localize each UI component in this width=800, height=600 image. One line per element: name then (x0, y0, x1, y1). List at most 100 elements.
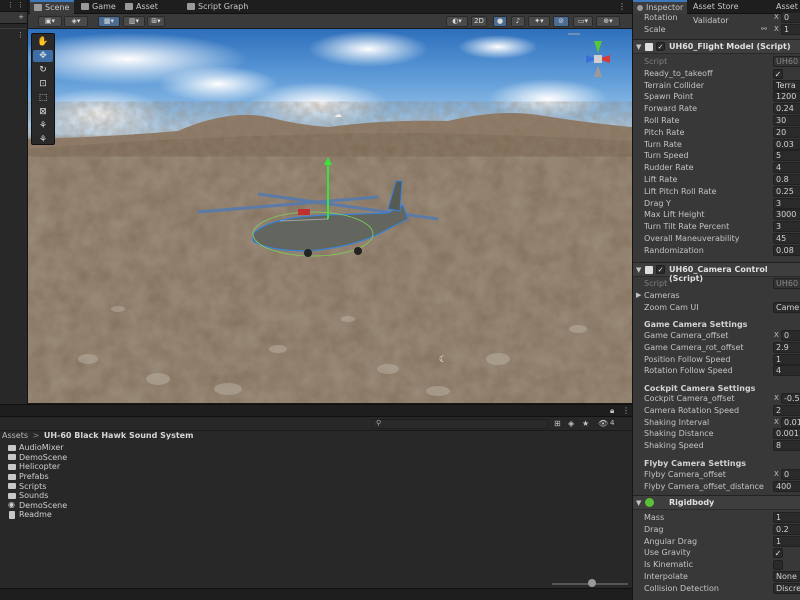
rotation-x-input[interactable]: 0 (781, 12, 800, 23)
increment-snap-button[interactable]: ▥▾ (123, 16, 145, 27)
field-input[interactable]: 3 (773, 197, 800, 209)
audio-icon[interactable]: ♪ (511, 16, 525, 27)
orientation-button[interactable]: ◐▾ (446, 16, 468, 27)
shading-button[interactable]: ◈▾ (64, 16, 88, 27)
scene-tab-menu-icon[interactable]: ⋮ (614, 0, 630, 14)
light-gizmo-icon[interactable]: ☾ (439, 355, 447, 365)
field-input[interactable]: 20 (773, 126, 800, 138)
scene-viewport[interactable]: ☾ ☁ (28, 29, 632, 403)
hierarchy-lock-icon[interactable]: ⋮ (17, 1, 24, 9)
field-input[interactable]: 8 (773, 440, 800, 452)
transform-tool-icon[interactable]: ⊠ (33, 106, 53, 118)
custom-tool-2-icon[interactable]: ⚘ (33, 134, 53, 146)
visibility-icon[interactable]: 👁︎ (598, 419, 608, 428)
camera-settings-button[interactable]: ▭▾ (573, 16, 593, 27)
field-input[interactable]: 0 (781, 469, 800, 480)
component-rigidbody[interactable]: ▼ Rigidbody (633, 495, 800, 510)
effects-button[interactable]: ✦▾ (528, 16, 550, 27)
field-input[interactable]: 0.2 (773, 523, 800, 535)
component-enabled-checkbox[interactable]: ✓ (656, 42, 665, 51)
field-input[interactable]: 0.8 (773, 174, 800, 185)
field-input[interactable]: 0.0011 (773, 428, 800, 440)
breadcrumb-root[interactable]: Assets (2, 431, 28, 440)
project-menu-icon[interactable]: ⋮ (622, 406, 630, 415)
field-input[interactable]: 1200 (773, 91, 800, 103)
field-input[interactable]: 0.08 (773, 244, 800, 256)
snap-settings-button[interactable]: ⊞▾ (147, 16, 165, 27)
field-input[interactable]: 4 (773, 365, 800, 377)
lighting-icon[interactable]: ● (493, 16, 507, 27)
field-input[interactable]: 4 (773, 162, 800, 174)
field-input[interactable]: 0.03 (773, 138, 800, 150)
hierarchy-row-menu-icon[interactable]: ⋮ (17, 31, 24, 39)
hierarchy-menu-icon[interactable]: ⋮ (7, 1, 14, 9)
hierarchy-add-icon[interactable]: + (18, 13, 24, 21)
field-input[interactable]: 5 (773, 150, 800, 162)
list-item[interactable]: Sounds (8, 491, 67, 501)
field-input[interactable]: -0.58 (781, 393, 800, 404)
list-item[interactable]: AudioMixer (8, 443, 67, 453)
field-input[interactable]: 30 (773, 115, 800, 126)
filter-type-icon[interactable]: ⊞ (554, 419, 561, 428)
tab-game[interactable]: Game (77, 0, 121, 14)
field-input[interactable]: Discrete (773, 582, 800, 594)
rect-tool-icon[interactable]: ⬚ (33, 92, 53, 104)
field-input[interactable]: 0.24 (773, 103, 800, 115)
expand-arrow-icon[interactable]: ▼ (636, 499, 641, 507)
component-flight-model[interactable]: ▼ ✓ UH60_Flight Model (Script) (633, 39, 800, 54)
field-input[interactable]: 3000 (773, 209, 800, 221)
favorites-icon[interactable]: ★ (582, 419, 589, 428)
list-item[interactable]: Scripts (8, 481, 67, 491)
icon-size-slider-handle[interactable] (588, 579, 596, 587)
expand-arrow-icon[interactable]: ▼ (636, 266, 641, 274)
list-item[interactable]: Readme (8, 510, 67, 520)
sun-gizmo-icon[interactable]: ☁ (334, 110, 344, 119)
hand-tool-icon[interactable]: ✋ (33, 36, 53, 48)
list-item[interactable]: Prefabs (8, 472, 67, 482)
move-tool-icon[interactable]: ✥ (33, 50, 53, 62)
list-item[interactable]: ◉ DemoScene (8, 501, 67, 511)
tab-asset-store[interactable]: Asset Store (121, 0, 181, 25)
filter-label-icon[interactable]: ◈ (568, 419, 574, 428)
field-input[interactable]: 2 (773, 404, 800, 416)
rotate-tool-icon[interactable]: ↻ (33, 64, 53, 76)
object-field-value[interactable]: Came (773, 302, 800, 313)
2d-mode-button[interactable]: 2D (471, 16, 487, 27)
project-lock-icon[interactable]: 🔒︎ (610, 406, 614, 416)
project-search-input[interactable]: ⚲ (372, 419, 548, 429)
field-input[interactable]: 1 (773, 535, 800, 547)
hierarchy-row[interactable]: ⋮ (0, 31, 27, 41)
expand-arrow-icon[interactable]: ▼ (636, 43, 641, 51)
field-input[interactable]: Terra (773, 79, 800, 91)
cameras-foldout[interactable]: ▶ Cameras (633, 290, 800, 302)
grid-snap-button[interactable]: ▦▾ (98, 16, 120, 27)
list-item[interactable]: DemoScene (8, 453, 67, 463)
hidden-objects-icon[interactable]: ⊘ (553, 16, 569, 27)
field-checkbox[interactable]: ✓ (773, 68, 783, 79)
collapse-arrow-icon[interactable]: ▶ (636, 291, 641, 299)
orientation-gizmo[interactable] (568, 33, 610, 77)
field-input[interactable]: 45 (773, 233, 800, 244)
field-input[interactable]: 1 (773, 353, 800, 365)
tab-scene[interactable]: Scene (30, 0, 74, 14)
field-checkbox[interactable] (773, 560, 783, 571)
gizmos-button[interactable]: ⊕▾ (596, 16, 620, 27)
component-enabled-checkbox[interactable]: ✓ (656, 265, 665, 274)
tab-script-graph[interactable]: Script Graph (183, 0, 253, 14)
component-camera-control[interactable]: ▼ ✓ UH60_Camera Control (Script) (633, 262, 800, 283)
field-checkbox[interactable]: ✓ (773, 548, 783, 559)
field-input[interactable]: 3 (773, 221, 800, 233)
breadcrumb-current[interactable]: UH-60 Black Hawk Sound System (44, 431, 194, 440)
field-input[interactable]: 400 (773, 480, 800, 492)
field-input[interactable]: 1 (773, 512, 800, 523)
field-input[interactable]: 0.25 (773, 185, 800, 197)
draw-mode-button[interactable]: ▣▾ (38, 16, 62, 27)
scale-tool-icon[interactable]: ⊡ (33, 78, 53, 90)
list-item[interactable]: Helicopter (8, 462, 67, 472)
scale-x-input[interactable]: 1 (781, 24, 800, 35)
constrain-scale-icon[interactable]: ⚯ (761, 25, 767, 33)
field-input[interactable]: 2.9 (773, 341, 800, 353)
field-input[interactable]: 0.01 (781, 416, 800, 428)
field-input[interactable]: None (773, 571, 800, 582)
field-input[interactable]: 0 (781, 330, 800, 341)
